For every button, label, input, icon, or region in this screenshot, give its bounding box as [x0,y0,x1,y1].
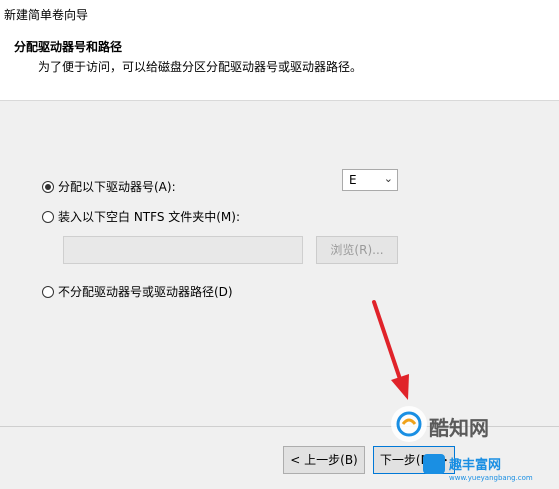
wizard-header: 分配驱动器号和路径 为了便于访问，可以给磁盘分区分配驱动器号或驱动器路径。 [0,28,559,101]
chevron-down-icon: ⌄ [383,172,393,185]
watermark-logo: 酷知网 趣丰富网 www.yueyangbang.com [383,402,559,486]
radio-mount-folder[interactable] [42,210,54,223]
watermark-site-url: www.yueyangbang.com [449,474,533,482]
folder-path-input[interactable] [63,236,303,264]
radio-assign-letter[interactable] [42,180,54,193]
radio-no-assign[interactable] [42,285,54,298]
back-button[interactable]: < 上一步(B) [283,446,365,474]
option-no-assign[interactable]: 不分配驱动器号或驱动器路径(D) [42,283,233,300]
option-mount-folder-label: 装入以下空白 NTFS 文件夹中(M): [58,210,241,224]
watermark-site-name: 趣丰富网 [449,458,502,473]
drive-letter-select[interactable]: E ⌄ [342,169,398,191]
page-title: 分配驱动器号和路径 [14,40,123,54]
title-bar: 新建简单卷向导 [0,0,559,28]
browse-button[interactable]: 浏览(R)... [316,236,398,264]
page-subtitle: 为了便于访问，可以给磁盘分区分配驱动器号或驱动器路径。 [38,60,363,74]
option-no-assign-label: 不分配驱动器号或驱动器路径(D) [58,285,233,299]
drive-letter-value: E [349,173,357,187]
option-mount-folder[interactable]: 装入以下空白 NTFS 文件夹中(M): [42,208,240,225]
watermark-brand: 酷知网 [429,416,489,440]
option-assign-letter-label: 分配以下驱动器号(A): [58,180,176,194]
option-assign-letter[interactable]: 分配以下驱动器号(A): [42,178,176,195]
window-title: 新建简单卷向导 [4,8,89,22]
